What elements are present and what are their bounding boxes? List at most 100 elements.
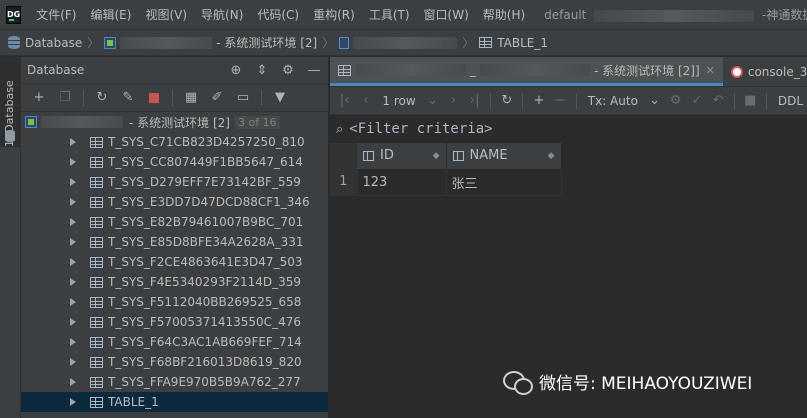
table-editor-icon[interactable]: ▦ bbox=[181, 88, 201, 108]
menu-tools[interactable]: 工具(T) bbox=[362, 0, 417, 30]
expand-arrow-icon[interactable] bbox=[70, 318, 76, 326]
db-settings-icon[interactable]: ⚙ bbox=[667, 93, 684, 108]
sort-icon[interactable]: ◆ bbox=[548, 151, 555, 161]
filter-criteria-input[interactable]: <Filter criteria> bbox=[349, 121, 492, 137]
first-page-icon[interactable]: |‹ bbox=[336, 93, 353, 108]
transaction-mode-selector[interactable]: Tx: Auto bbox=[584, 94, 642, 108]
redacted-schema-name bbox=[353, 36, 458, 49]
properties-icon[interactable]: ✎ bbox=[118, 88, 138, 108]
console-icon[interactable]: ▭ bbox=[233, 88, 253, 108]
ddl-button[interactable]: DDL bbox=[774, 94, 807, 108]
row-count-selector[interactable]: 1 row bbox=[378, 94, 419, 108]
toolbar-separator bbox=[261, 89, 262, 106]
filter-icon[interactable]: ▼ bbox=[270, 88, 290, 108]
add-icon[interactable]: + bbox=[29, 88, 49, 108]
table-icon bbox=[90, 236, 103, 248]
database-panel-toolbar: + ❐ ↻ ✎ ▦ ✐ ▭ ▼ bbox=[21, 84, 328, 112]
expand-arrow-icon[interactable] bbox=[70, 278, 76, 286]
menu-view[interactable]: 视图(V) bbox=[138, 0, 194, 30]
database-panel-title: Database bbox=[27, 63, 85, 77]
tree-item-table[interactable]: T_SYS_D279EFF7E73142BF_559 bbox=[21, 172, 328, 192]
database-icon bbox=[8, 36, 20, 49]
menu-navigate[interactable]: 导航(N) bbox=[194, 0, 250, 30]
breadcrumb-datasource[interactable]: - 系统测试环境 [2] bbox=[104, 34, 317, 51]
add-row-icon[interactable]: + bbox=[530, 93, 547, 108]
tree-item-table[interactable]: T_SYS_FFA9E970B5B9A762_277 bbox=[21, 372, 328, 392]
refresh-icon[interactable]: ↻ bbox=[92, 88, 112, 108]
tree-item-table[interactable]: T_SYS_C71CB823D4257250_810 bbox=[21, 132, 328, 152]
stop-icon[interactable]: ■ bbox=[742, 93, 759, 108]
expand-arrow-icon[interactable] bbox=[70, 178, 76, 186]
rollback-icon[interactable]: ↶ bbox=[710, 93, 727, 108]
tree-root-datasource[interactable]: - 系统测试环境 [2] 3 of 16 bbox=[21, 112, 328, 132]
commit-icon[interactable]: ✓ bbox=[688, 93, 705, 108]
expand-arrow-icon[interactable] bbox=[70, 398, 76, 406]
breadcrumb-table[interactable]: TABLE_1 bbox=[479, 36, 548, 50]
toolbar-separator bbox=[575, 92, 577, 109]
collapse-all-icon[interactable]: ⇕ bbox=[254, 63, 270, 78]
next-page-icon[interactable]: › bbox=[445, 93, 462, 108]
tree-item-table[interactable]: T_SYS_CC807449F1BB5647_614 bbox=[21, 152, 328, 172]
expand-arrow-icon[interactable] bbox=[70, 298, 76, 306]
reload-icon[interactable]: ↻ bbox=[498, 93, 515, 108]
expand-arrow-icon[interactable] bbox=[70, 238, 76, 246]
tab-table-1[interactable]: _ - 系统测试环境 [2]] ✕ bbox=[330, 57, 723, 86]
breadcrumb-separator: 〉 bbox=[87, 36, 100, 50]
expand-arrow-icon[interactable] bbox=[70, 138, 76, 146]
filter-history-icon[interactable]: ⌕ bbox=[336, 122, 343, 137]
sort-icon[interactable]: ◆ bbox=[433, 151, 440, 161]
tree-item-table[interactable]: T_SYS_F64C3AC1AB669FEF_714 bbox=[21, 332, 328, 352]
cell-id[interactable]: 123 bbox=[357, 169, 447, 196]
tree-item-label: T_SYS_E85D8BFE34A2628A_331 bbox=[108, 235, 304, 249]
delete-row-icon[interactable]: − bbox=[552, 93, 569, 108]
previous-page-icon[interactable]: ‹ bbox=[357, 93, 374, 108]
breadcrumb-database[interactable]: Database bbox=[8, 36, 82, 50]
tree-item-table[interactable]: T_SYS_F2CE4863641E3D47_503 bbox=[21, 252, 328, 272]
tree-item-table[interactable]: T_SYS_E82B79461007B9BC_701 bbox=[21, 212, 328, 232]
crosshair-icon[interactable]: ⊕ bbox=[228, 63, 244, 78]
tree-item-table[interactable]: T_SYS_E3DD7D47DCD88CF1_346 bbox=[21, 192, 328, 212]
column-header-name[interactable]: NAME ◆ bbox=[446, 143, 562, 170]
expand-arrow-icon[interactable] bbox=[70, 358, 76, 366]
expand-arrow-icon[interactable] bbox=[70, 218, 76, 226]
tree-item-table[interactable]: T_SYS_F68BF216013D8619_820 bbox=[21, 352, 328, 372]
tree-item-table[interactable]: T_SYS_F4E5340293F2114D_359 bbox=[21, 272, 328, 292]
tree-item-table[interactable]: T_SYS_F57005371413550C_476 bbox=[21, 312, 328, 332]
menu-code[interactable]: 代码(C) bbox=[250, 0, 306, 30]
menu-edit[interactable]: 编辑(E) bbox=[84, 0, 139, 30]
menu-refactor[interactable]: 重构(R) bbox=[306, 0, 362, 30]
toolbar-separator bbox=[733, 92, 735, 109]
tree-item-table[interactable]: TABLE_1 bbox=[21, 392, 328, 412]
breadcrumb-schema[interactable] bbox=[339, 36, 458, 49]
column-header-id[interactable]: ID ◆ bbox=[357, 143, 447, 170]
toolbar-separator bbox=[172, 89, 173, 106]
filter-bar[interactable]: ⌕ <Filter criteria> bbox=[330, 115, 807, 143]
menu-window[interactable]: 窗口(W) bbox=[417, 0, 476, 30]
expand-arrow-icon[interactable] bbox=[70, 338, 76, 346]
tab-console-3[interactable]: console_3 [E bbox=[723, 57, 807, 86]
left-tool-strip: 1: Database bbox=[0, 57, 21, 418]
close-icon[interactable]: ✕ bbox=[706, 64, 715, 77]
expand-arrow-icon[interactable] bbox=[70, 378, 76, 386]
menu-file[interactable]: 文件(F) bbox=[29, 0, 83, 30]
gear-icon[interactable]: ⚙ bbox=[280, 63, 296, 78]
chevron-down-icon: ⌄ bbox=[426, 93, 438, 108]
stop-icon[interactable] bbox=[144, 88, 164, 108]
copy-icon[interactable]: ❐ bbox=[55, 88, 75, 108]
expand-arrow-icon[interactable] bbox=[70, 198, 76, 206]
tool-window-tab-database[interactable]: 1: Database bbox=[0, 57, 20, 147]
menu-help[interactable]: 帮助(H) bbox=[476, 0, 532, 30]
redacted-tab-name bbox=[356, 64, 466, 76]
expand-arrow-icon[interactable] bbox=[70, 258, 76, 266]
tree-item-table[interactable]: T_SYS_F5112040BB269525_658 bbox=[21, 292, 328, 312]
tree-root-count: 3 of 16 bbox=[234, 115, 280, 129]
cell-name[interactable]: 张三 bbox=[446, 169, 562, 196]
minimize-icon[interactable]: — bbox=[306, 63, 322, 78]
table-icon bbox=[479, 37, 493, 48]
expand-arrow-icon[interactable] bbox=[70, 158, 76, 166]
edit-source-icon[interactable]: ✐ bbox=[207, 88, 227, 108]
tree-item-table[interactable]: T_SYS_E85D8BFE34A2628A_331 bbox=[21, 232, 328, 252]
last-page-icon[interactable]: ›| bbox=[466, 93, 483, 108]
row-number[interactable]: 1 bbox=[330, 169, 358, 196]
tree-item-label: T_SYS_E82B79461007B9BC_701 bbox=[108, 215, 304, 229]
